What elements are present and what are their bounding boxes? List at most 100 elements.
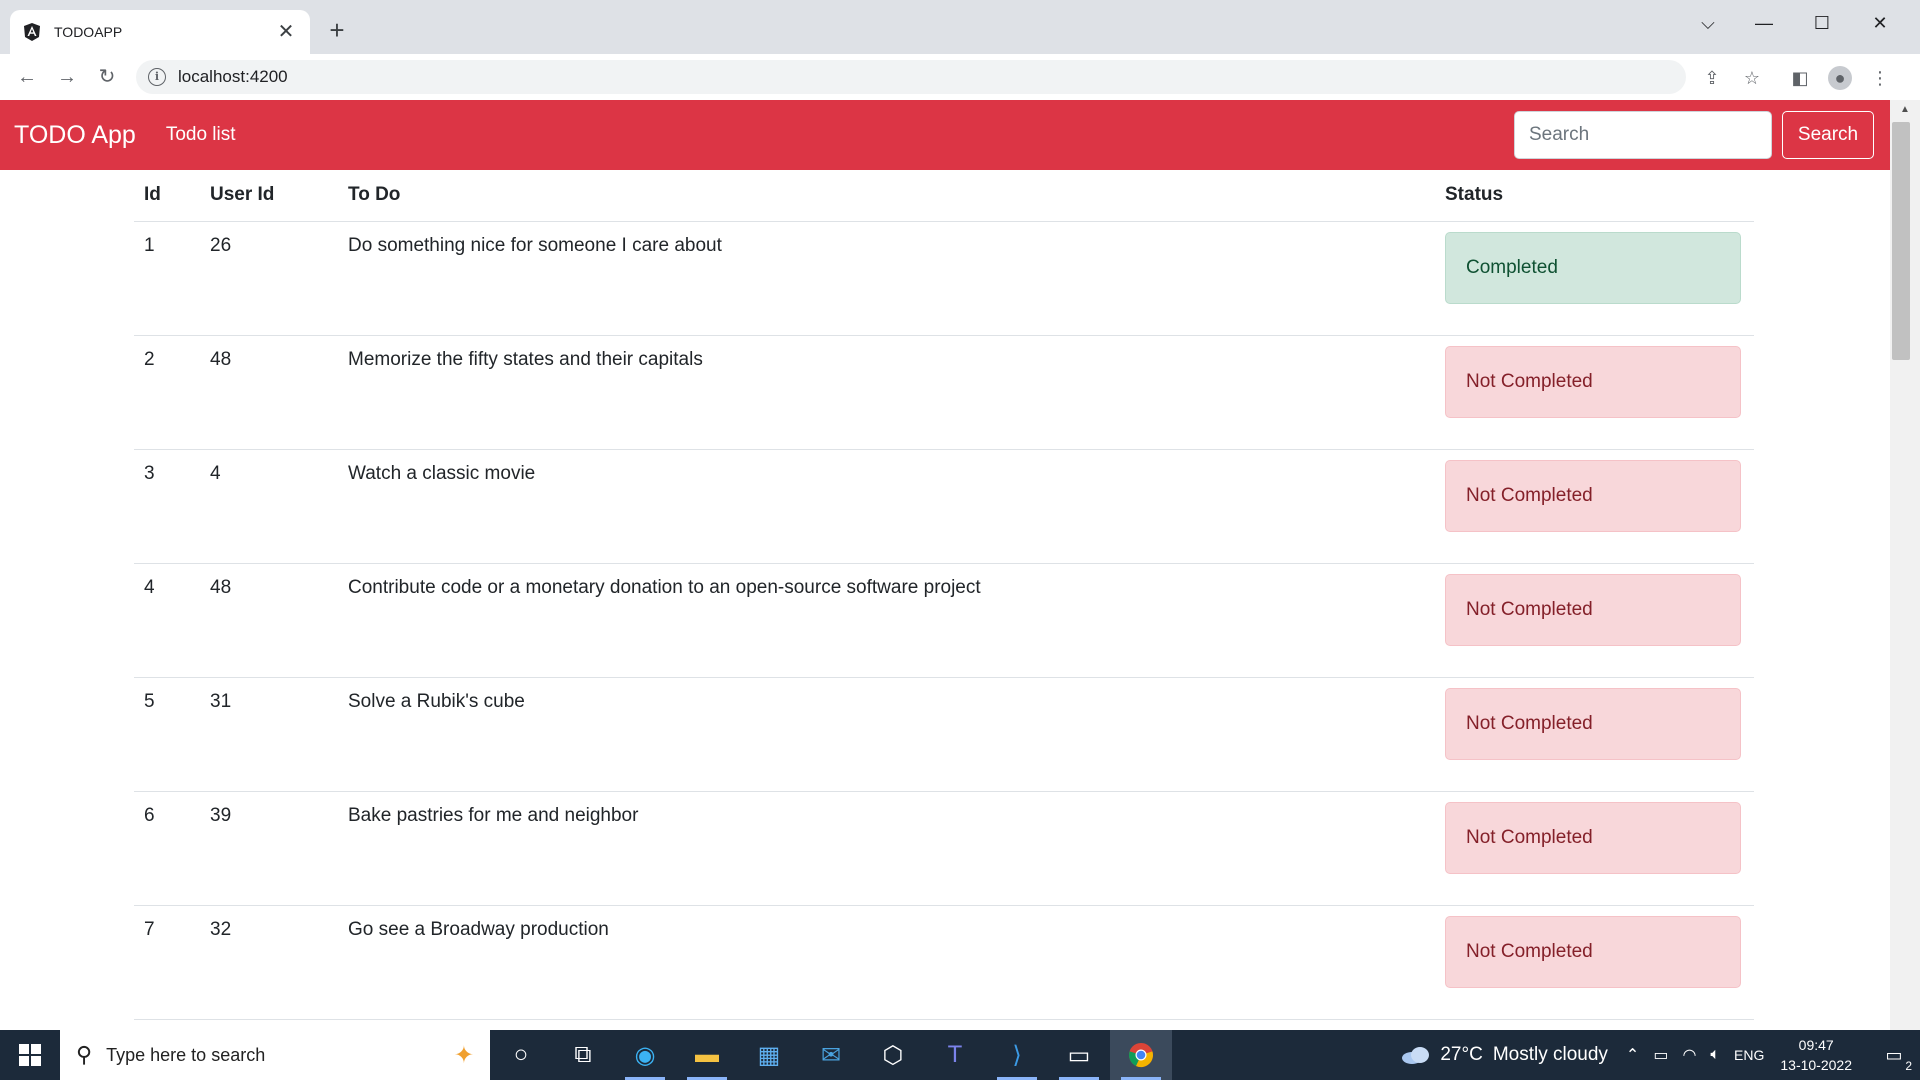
- windows-start-button[interactable]: [0, 1030, 60, 1080]
- cell-todo: Bake pastries for me and neighbor: [338, 791, 1435, 906]
- windows-taskbar: ⚲ Type here to search ✦ ○ ⧉ ◉ ▬ ▦ ✉ ⬡ T …: [0, 1030, 1920, 1080]
- tab-strip: TODOAPP ✕ + ⌵ — ☐ ✕: [0, 0, 1920, 54]
- cell-todo: Contribute code or a monetary donation t…: [338, 563, 1435, 678]
- chrome-icon[interactable]: [1110, 1030, 1172, 1080]
- table-row-partial: [134, 1019, 1754, 1030]
- todo-table: Id User Id To Do Status 1 26 Do somethin…: [134, 170, 1754, 1030]
- cell-id: 5: [134, 677, 200, 792]
- microsoft-store-icon[interactable]: ▦: [738, 1030, 800, 1080]
- status-badge: Not Completed: [1445, 801, 1741, 874]
- show-hidden-icons-chevron-icon[interactable]: ⌃: [1626, 1045, 1639, 1065]
- cell-user-id: 32: [200, 905, 338, 1020]
- bookmark-star-icon[interactable]: ☆: [1740, 66, 1764, 90]
- main-content: Id User Id To Do Status 1 26 Do somethin…: [0, 170, 1890, 1030]
- edge-browser-icon[interactable]: ◉: [614, 1030, 676, 1080]
- address-bar[interactable]: i localhost:4200: [136, 60, 1686, 94]
- cell-todo: Memorize the fifty states and their capi…: [338, 335, 1435, 450]
- header-id: Id: [134, 170, 200, 222]
- weather-description: Mostly cloudy: [1492, 1044, 1608, 1065]
- cell-id: 4: [134, 563, 200, 678]
- cell-todo: Solve a Rubik's cube: [338, 677, 1435, 792]
- nav-link-todo-list[interactable]: Todo list: [166, 124, 236, 146]
- table-row: 7 32 Go see a Broadway production Not Co…: [134, 905, 1754, 1020]
- cortana-icon[interactable]: ○: [490, 1030, 552, 1080]
- battery-icon[interactable]: ▭: [1653, 1045, 1668, 1065]
- status-badge: Not Completed: [1445, 459, 1741, 532]
- notification-count: 2: [1905, 1059, 1912, 1073]
- chrome-logo-icon: [1129, 1043, 1153, 1068]
- volume-icon[interactable]: 🔈︎: [1710, 1046, 1720, 1064]
- browser-toolbar: ← → ↻ i localhost:4200 ⇪ ☆ ◧ ● ⋮: [0, 54, 1920, 100]
- cloud-icon: [1402, 1047, 1430, 1064]
- status-badge: Completed: [1445, 231, 1741, 304]
- taskbar-search-box[interactable]: ⚲ Type here to search ✦: [60, 1030, 490, 1080]
- search-button[interactable]: Search: [1782, 111, 1874, 159]
- task-view-icon[interactable]: ⧉: [552, 1030, 614, 1080]
- browser-chrome: TODOAPP ✕ + ⌵ — ☐ ✕ ← → ↻ i localhost:42…: [0, 0, 1920, 100]
- table-row: 5 31 Solve a Rubik's cube Not Completed: [134, 677, 1754, 792]
- forward-arrow-icon[interactable]: →: [52, 62, 82, 92]
- weather-temperature: 27°C: [1440, 1044, 1483, 1065]
- notification-center-icon[interactable]: ▭ 2: [1874, 1035, 1914, 1075]
- cell-id: 7: [134, 905, 200, 1020]
- search-highlight-icon: ✦: [453, 1041, 474, 1069]
- close-window-button[interactable]: ✕: [1852, 6, 1908, 40]
- search-input[interactable]: [1514, 111, 1772, 159]
- scrollbar-thumb[interactable]: [1892, 122, 1910, 360]
- 3d-viewer-icon[interactable]: ⬡: [862, 1030, 924, 1080]
- minimize-button[interactable]: —: [1736, 6, 1792, 40]
- cell-user-id: 48: [200, 563, 338, 678]
- tab-search-dropdown-icon[interactable]: ⌵: [1680, 6, 1736, 40]
- browser-menu-icon[interactable]: ⋮: [1868, 66, 1892, 90]
- taskbar-search-placeholder: Type here to search: [106, 1044, 266, 1065]
- language-indicator[interactable]: ENG: [1734, 1047, 1764, 1063]
- cell-user-id: 26: [200, 221, 338, 336]
- table-row: 1 26 Do something nice for someone I car…: [134, 221, 1754, 336]
- reload-icon[interactable]: ↻: [92, 62, 122, 92]
- teams-icon[interactable]: T: [924, 1030, 986, 1080]
- cell-todo: Do something nice for someone I care abo…: [338, 221, 1435, 336]
- url-text: localhost:4200: [178, 67, 288, 86]
- mail-icon[interactable]: ✉: [800, 1030, 862, 1080]
- browser-tab[interactable]: TODOAPP ✕: [10, 10, 310, 54]
- profile-avatar-icon[interactable]: ●: [1828, 66, 1852, 90]
- new-tab-button[interactable]: +: [322, 16, 352, 46]
- side-panel-icon[interactable]: ◧: [1788, 66, 1812, 90]
- close-tab-icon[interactable]: ✕: [274, 22, 298, 42]
- cell-id: 1: [134, 221, 200, 336]
- vscode-icon[interactable]: ⟩: [986, 1030, 1048, 1080]
- header-user-id: User Id: [200, 170, 338, 222]
- search-icon: ⚲: [76, 1042, 93, 1067]
- status-badge: Not Completed: [1445, 573, 1741, 646]
- weather-widget[interactable]: 27°C Mostly cloudy: [1400, 1044, 1608, 1066]
- back-arrow-icon[interactable]: ←: [12, 62, 42, 92]
- header-status: Status: [1435, 170, 1754, 222]
- cell-user-id: 31: [200, 677, 338, 792]
- cell-id: 3: [134, 449, 200, 564]
- cell-user-id: 4: [200, 449, 338, 564]
- app-navbar: TODO App Todo list Search: [0, 100, 1890, 170]
- clock-time: 09:47: [1798, 1037, 1834, 1053]
- cell-id: 2: [134, 335, 200, 450]
- system-tray: 27°C Mostly cloudy ⌃ ▭ ◠ 🔈︎ ENG 09:47 13…: [1400, 1030, 1920, 1080]
- clock[interactable]: 09:47 13-10-2022: [1780, 1035, 1852, 1075]
- table-row: 3 4 Watch a classic movie Not Completed: [134, 449, 1754, 564]
- clock-date: 13-10-2022: [1780, 1057, 1852, 1073]
- table-header-row: Id User Id To Do Status: [134, 170, 1754, 222]
- cell-todo: Watch a classic movie: [338, 449, 1435, 564]
- status-badge: Not Completed: [1445, 687, 1741, 760]
- cell-id: 6: [134, 791, 200, 906]
- cell-user-id: 48: [200, 335, 338, 450]
- windows-logo-icon: [19, 1044, 41, 1066]
- wifi-icon[interactable]: ◠: [1682, 1045, 1696, 1065]
- share-icon[interactable]: ⇪: [1700, 66, 1724, 90]
- site-info-icon[interactable]: i: [148, 68, 166, 86]
- file-explorer-icon[interactable]: ▬: [676, 1030, 738, 1080]
- app-brand[interactable]: TODO App: [14, 121, 136, 150]
- table-row: 2 48 Memorize the fifty states and their…: [134, 335, 1754, 450]
- scroll-up-arrow-icon[interactable]: ▲: [1890, 100, 1920, 120]
- status-badge: Not Completed: [1445, 915, 1741, 988]
- maximize-button[interactable]: ☐: [1794, 6, 1850, 40]
- terminal-icon[interactable]: ▭: [1048, 1030, 1110, 1080]
- tab-title: TODOAPP: [54, 24, 123, 40]
